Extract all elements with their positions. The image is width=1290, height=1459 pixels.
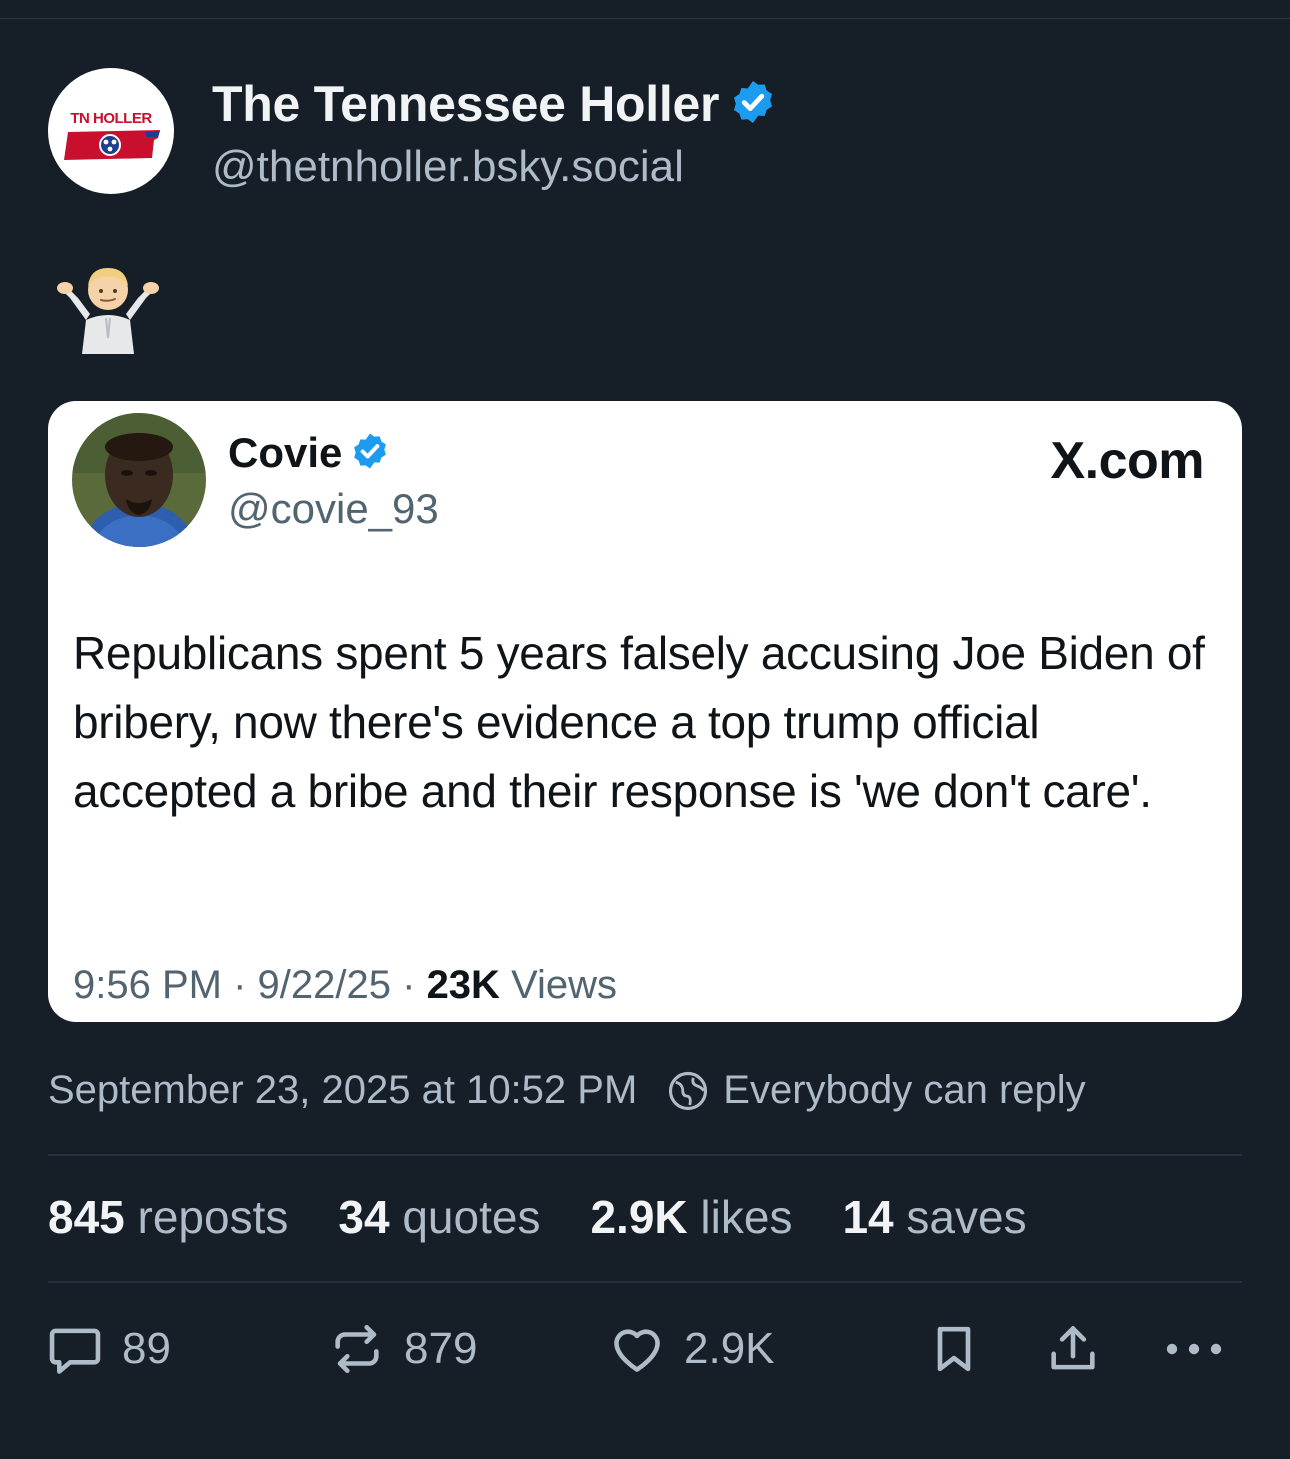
display-name-row: The Tennessee Holler: [212, 74, 777, 134]
repost-icon: [335, 1324, 379, 1374]
embed-author-name: Covie: [228, 429, 343, 476]
embed-body-text: Republicans spent 5 years falsely accusi…: [73, 627, 1205, 817]
author-avatar[interactable]: TN HOLLER: [48, 68, 174, 194]
reply-count: 89: [122, 1324, 171, 1373]
author-display-name[interactable]: The Tennessee Holler: [212, 74, 719, 134]
save-button[interactable]: [926, 1320, 1000, 1378]
repost-button[interactable]: 879: [328, 1320, 477, 1378]
embed-date: 9/22/25: [257, 963, 391, 1007]
post-meta-row: September 23, 2025 at 10:52 PM Everybody…: [48, 1068, 1086, 1113]
source-label: X.com: [1050, 432, 1204, 490]
stat-number: 34: [338, 1191, 390, 1243]
divider: [48, 1154, 1242, 1156]
embed-author-handle: @covie_93: [228, 485, 439, 532]
post-author[interactable]: TN HOLLER The Tennessee Holler @thetnhol…: [48, 68, 777, 198]
separator-dot: ·: [402, 963, 427, 1007]
like-button[interactable]: 2.9K: [608, 1320, 775, 1378]
author-handle[interactable]: @thetnholler.bsky.social: [212, 136, 777, 198]
reply-setting[interactable]: Everybody can reply: [667, 1068, 1086, 1113]
embedded-tweet-card[interactable]: Covie @covie_93 X.com Republicans spent …: [48, 401, 1242, 1022]
more-icon: [1166, 1343, 1222, 1355]
verified-check-icon: [350, 431, 390, 476]
divider: [0, 18, 1290, 19]
heart-icon: [614, 1329, 660, 1372]
stat-saves[interactable]: 14 saves: [842, 1190, 1026, 1244]
like-count: 2.9K: [684, 1324, 775, 1373]
embed-name-row: Covie: [228, 429, 390, 477]
reply-setting-label: Everybody can reply: [723, 1068, 1086, 1112]
stat-likes[interactable]: 2.9K likes: [590, 1190, 792, 1244]
share-icon: [1051, 1326, 1095, 1370]
verified-check-icon[interactable]: [729, 78, 777, 131]
post-timestamp: September 23, 2025 at 10:52 PM: [48, 1068, 638, 1112]
reply-button[interactable]: 89: [46, 1320, 171, 1378]
stat-label: saves: [906, 1191, 1027, 1243]
stat-number: 2.9K: [590, 1191, 688, 1243]
embed-time: 9:56 PM: [73, 963, 222, 1007]
stat-label: quotes: [402, 1191, 541, 1243]
author-text: The Tennessee Holler @thetnholler.bsky.s…: [212, 74, 777, 198]
stat-number: 14: [842, 1191, 894, 1243]
embed-author-avatar: [72, 413, 206, 547]
reply-icon: [49, 1328, 101, 1374]
stat-label: likes: [700, 1191, 793, 1243]
avatar-logo-text: TN HOLLER: [70, 110, 152, 127]
stat-quotes[interactable]: 34 quotes: [338, 1190, 540, 1244]
embed-views-label: Views: [511, 963, 618, 1007]
globe-icon: [669, 1071, 708, 1110]
engagement-stats: 845 reposts 34 quotes 2.9K likes 14 save…: [48, 1190, 1077, 1244]
share-button[interactable]: [1044, 1320, 1120, 1378]
more-options-button[interactable]: [1164, 1320, 1242, 1378]
tennessee-flag-icon: [64, 130, 160, 160]
embed-meta: 9:56 PM · 9/22/25 · 23K Views: [73, 963, 617, 1008]
embed-views-count: 23K: [426, 963, 500, 1007]
post-view: TN HOLLER The Tennessee Holler @thetnhol…: [0, 0, 1290, 1459]
stat-label: reposts: [137, 1191, 289, 1243]
separator-dot: ·: [233, 963, 258, 1007]
stat-reposts[interactable]: 845 reposts: [48, 1190, 288, 1244]
bookmark-icon: [937, 1326, 971, 1372]
person-shrugging-emoji: [57, 268, 159, 354]
repost-count: 879: [404, 1324, 478, 1373]
divider: [48, 1281, 1242, 1283]
stat-number: 845: [48, 1191, 125, 1243]
action-bar: 89 879 2.9K: [0, 1320, 1290, 1390]
